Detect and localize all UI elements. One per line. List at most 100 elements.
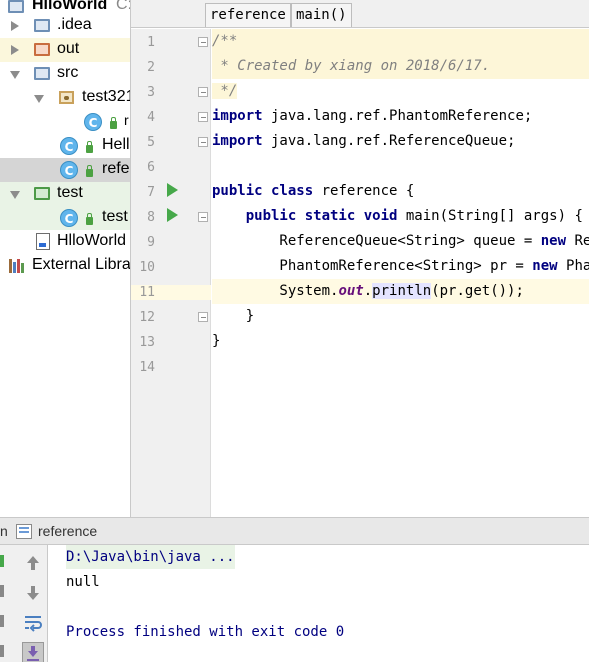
tree-row-package[interactable]: test321 (0, 86, 131, 110)
fold-toggle-icon[interactable] (198, 312, 208, 322)
console-exit-line: Process finished with exit code 0 (66, 624, 345, 640)
class-icon: C (60, 209, 78, 227)
library-icon (9, 259, 26, 273)
collapse-arrow-icon[interactable] (10, 71, 20, 79)
package-icon (59, 91, 74, 104)
code-line-5: import java.lang.ref.ReferenceQueue; (212, 129, 589, 154)
code-line-12: } (212, 304, 589, 329)
code-text: } (212, 333, 221, 349)
import-path: java.lang.ref.PhantomReference; (262, 108, 533, 124)
run-class-icon[interactable] (167, 183, 178, 197)
restore-layout-icon[interactable] (0, 645, 4, 657)
tree-item-label: test321 (82, 88, 131, 105)
code-text: (pr.get()); (431, 283, 524, 299)
keyword: public class (212, 183, 314, 199)
fold-toggle-icon[interactable] (198, 212, 208, 222)
access-lock-icon (86, 141, 93, 153)
console-command-line: D:\Java\bin\java ... (66, 545, 235, 569)
tree-row-src[interactable]: src (0, 62, 130, 86)
tree-item-label: out (57, 40, 80, 57)
code-line-11-current: System.out.println(pr.get()); (212, 279, 589, 304)
rerun-icon[interactable] (0, 555, 4, 567)
doc-comment: */ (212, 83, 238, 99)
project-root-label: HlloWorld (32, 0, 108, 13)
run-label: n (0, 523, 8, 539)
code-line-13: } (212, 329, 589, 354)
scroll-up-icon[interactable] (22, 552, 44, 574)
tree-row-reference-selected[interactable]: C refe (0, 158, 130, 182)
expand-arrow-icon[interactable] (11, 21, 19, 31)
line-number: 4 (147, 110, 155, 125)
scroll-to-end-icon[interactable] (22, 642, 44, 662)
tree-row-hello[interactable]: C Hell (0, 134, 130, 158)
fold-toggle-icon[interactable] (198, 87, 208, 97)
import-path: java.lang.ref.ReferenceQueue; (262, 133, 516, 149)
folder-icon (34, 19, 50, 32)
line-number: 2 (147, 60, 155, 75)
doc-comment: /** (212, 33, 238, 49)
access-lock-icon (86, 165, 93, 177)
class-icon: C (60, 161, 78, 179)
tree-item-label: r (124, 112, 129, 128)
line-number: 9 (147, 235, 155, 250)
tree-item-label: External Libra (32, 256, 131, 273)
run-config-icon (16, 524, 32, 539)
line-number: 6 (147, 160, 155, 175)
run-main-icon[interactable] (167, 208, 178, 222)
stop-icon[interactable] (0, 585, 4, 597)
editor-breadcrumbs: reference main() (131, 0, 589, 28)
line-number: 13 (139, 335, 155, 350)
code-line-2: * Created by xiang on 2018/6/17. (212, 54, 589, 79)
excluded-folder-icon (34, 43, 50, 56)
tree-row-module-file[interactable]: HlloWorld (0, 230, 130, 254)
keyword: import (212, 133, 263, 149)
editor-gutter: 1 2 3 4 5 6 7 8 9 10 11 12 13 14 (131, 29, 234, 517)
code-line-10: PhantomReference<String> pr = new Phant (212, 254, 589, 279)
code-line-8: public static void main(String[] args) { (212, 204, 589, 229)
tree-row-idea[interactable]: .idea (0, 14, 130, 38)
tree-row-test-folder[interactable]: test (0, 182, 130, 206)
collapse-arrow-icon[interactable] (10, 191, 20, 199)
tree-row-package-class[interactable]: C r (0, 110, 130, 134)
project-tree-panel: HlloWorld C: .idea out src test321 C r C… (0, 0, 131, 517)
line-number: 3 (147, 85, 155, 100)
code-line-3: */ (212, 79, 589, 104)
line-number: 7 (147, 185, 155, 200)
method-declaration: main(String[] args) { (397, 208, 583, 224)
tree-row-out[interactable]: out (0, 38, 130, 62)
line-number: 14 (139, 360, 155, 375)
tree-row-test-class[interactable]: C test (0, 206, 130, 230)
soft-wrap-icon[interactable] (22, 612, 44, 634)
code-text: System. (212, 283, 339, 299)
keyword: new (540, 233, 567, 249)
tree-row-external-libraries[interactable]: External Libra (0, 254, 131, 278)
static-field: out (338, 283, 364, 299)
line-number-current: 11 (131, 285, 211, 300)
code-line-4: import java.lang.ref.PhantomReference; (212, 104, 589, 129)
expand-arrow-icon[interactable] (11, 45, 19, 55)
fold-toggle-icon[interactable] (198, 37, 208, 47)
run-toolbar (0, 545, 48, 662)
code-text: . (363, 283, 373, 299)
fold-toggle-icon[interactable] (198, 112, 208, 122)
run-tab-label[interactable]: reference (38, 523, 97, 539)
code-line-7: public class reference { (212, 179, 589, 204)
test-folder-icon (34, 187, 50, 200)
breadcrumb-class[interactable]: reference (205, 3, 291, 27)
source-folder-icon (34, 67, 50, 80)
collapse-arrow-icon[interactable] (34, 95, 44, 103)
pause-icon[interactable] (0, 615, 4, 627)
module-file-icon (36, 233, 50, 250)
fold-toggle-icon[interactable] (198, 137, 208, 147)
line-number: 10 (139, 260, 155, 275)
code-text: Refe (574, 233, 589, 249)
access-lock-icon (110, 117, 117, 129)
tree-item-label: .idea (57, 16, 92, 33)
scroll-down-icon[interactable] (22, 582, 44, 604)
keyword: public static void (245, 208, 398, 224)
breadcrumb-method[interactable]: main() (291, 3, 352, 27)
code-area[interactable]: /** * Created by xiang on 2018/6/17. */ … (212, 29, 589, 517)
console-output-line: null (66, 574, 100, 590)
console-output[interactable]: D:\Java\bin\java ... null Process finish… (48, 545, 589, 662)
access-lock-icon (86, 213, 93, 225)
